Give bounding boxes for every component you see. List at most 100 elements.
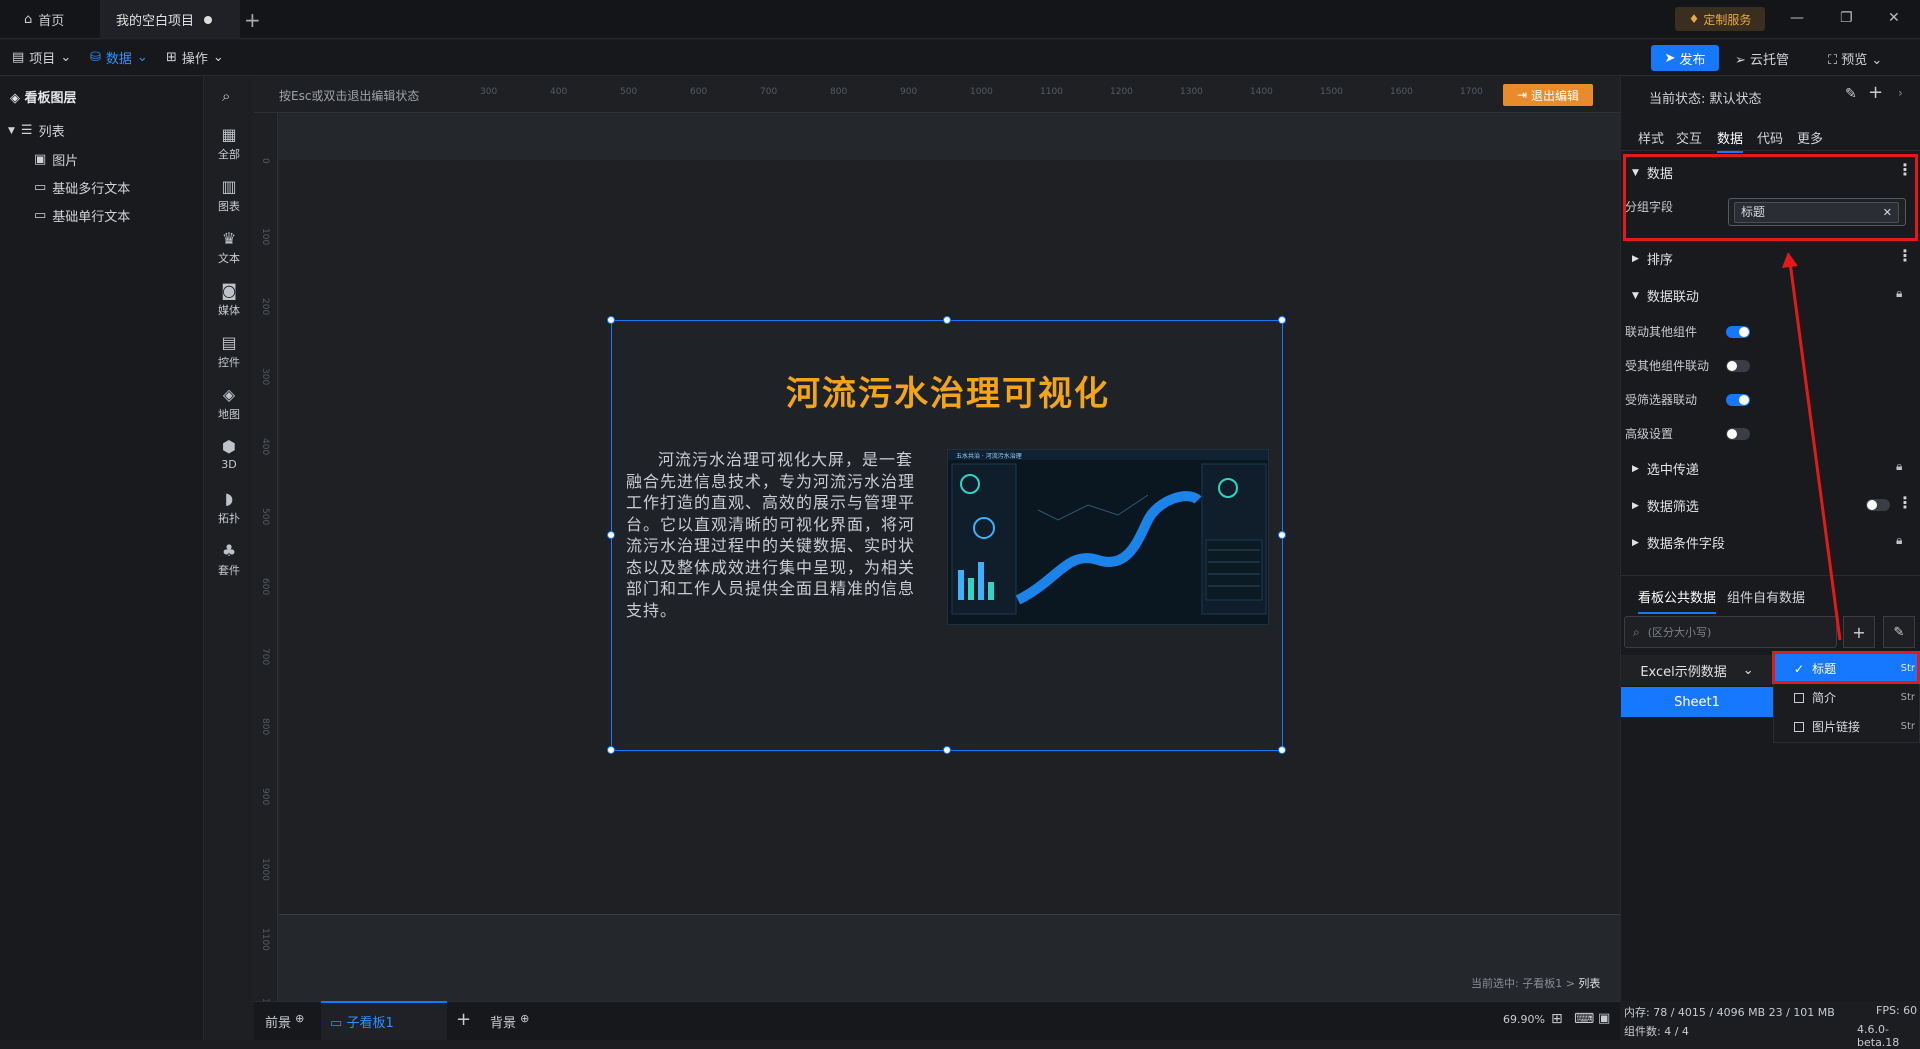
search-icon: ⌕: [1633, 624, 1640, 639]
fit-screen-icon[interactable]: ⊞: [1551, 1011, 1563, 1027]
text-icon: ♛: [221, 229, 237, 248]
tab-foreground[interactable]: 前景 ⊕: [265, 1012, 304, 1031]
ruler-tick-label: 1100: [1040, 87, 1063, 97]
tab-style[interactable]: 样式: [1638, 128, 1664, 147]
add-circle-icon[interactable]: ⊕: [295, 1012, 304, 1025]
tab-project[interactable]: 我的空白项目: [100, 0, 240, 39]
field-option[interactable]: 图片链接 Str: [1774, 712, 1920, 741]
lock-icon[interactable]: 🔒︎: [1896, 533, 1902, 548]
data-filter-toggle[interactable]: [1866, 499, 1890, 511]
section-linkage[interactable]: ▼ 数据联动: [1632, 286, 1699, 305]
category-text[interactable]: ♛ 文本: [204, 229, 254, 266]
terminal-icon[interactable]: ▣: [1598, 1011, 1610, 1026]
category-map[interactable]: ◈ 地图: [204, 385, 254, 422]
edit-data-icon[interactable]: ✎: [1883, 616, 1915, 648]
fullscreen-icon: ⛶: [1828, 53, 1838, 68]
section-condition-fields[interactable]: ▶ 数据条件字段: [1632, 533, 1725, 552]
home-icon: ⌂: [24, 12, 33, 27]
resize-handle[interactable]: [607, 531, 615, 539]
lock-icon[interactable]: 🔒︎: [1896, 459, 1902, 474]
linkage-toggle[interactable]: [1726, 326, 1750, 338]
card-image[interactable]: 五水共治 · 河流污水治理: [947, 449, 1269, 625]
exit-edit-button[interactable]: ⇥ 退出编辑: [1503, 84, 1593, 106]
resize-handle[interactable]: [943, 316, 951, 324]
custom-service-button[interactable]: ♦ 定制服务: [1675, 7, 1765, 31]
category-bar-chart[interactable]: ▥ 图表: [204, 177, 254, 214]
publish-button[interactable]: ➤ 发布: [1651, 45, 1719, 71]
menu-project[interactable]: ▤ 项目 ⌄: [12, 48, 71, 67]
resize-handle[interactable]: [1278, 316, 1286, 324]
category-cube[interactable]: ⬢ 3D: [204, 437, 254, 471]
red-arrow-annotation: [1782, 252, 1842, 641]
tab-more[interactable]: 更多: [1797, 128, 1823, 147]
restore-icon[interactable]: ❐: [1840, 10, 1853, 26]
tab-board-public-data[interactable]: 看板公共数据: [1638, 587, 1717, 614]
layer-group-list[interactable]: ▼ ☰ 列表: [8, 121, 65, 140]
layer-item-label: 图片: [52, 154, 79, 169]
add-board-plus-icon[interactable]: +: [456, 1009, 471, 1030]
close-window-icon[interactable]: ✕: [1888, 10, 1900, 26]
checkbox-icon: [1794, 692, 1804, 703]
chevron-down-icon: ⌄: [212, 50, 224, 65]
sheet-item[interactable]: Sheet1: [1621, 687, 1773, 717]
add-circle-icon[interactable]: ⊕: [520, 1012, 529, 1025]
resize-handle[interactable]: [943, 746, 951, 754]
layer-item-singleline-text[interactable]: ▭ 基础单行文本: [34, 206, 130, 225]
linkage-toggle[interactable]: [1726, 428, 1750, 440]
ruler-tick-label: 0: [260, 158, 270, 164]
resize-handle[interactable]: [1278, 531, 1286, 539]
minimize-icon[interactable]: —: [1790, 10, 1804, 26]
category-topology[interactable]: ◗ 拓扑: [204, 489, 254, 526]
keyboard-icon[interactable]: ⌨: [1574, 1011, 1594, 1027]
layer-item-multiline-text[interactable]: ▭ 基础多行文本: [34, 178, 130, 197]
field-option[interactable]: 简介 Str: [1774, 683, 1920, 712]
component-category-bar: ⌕ ▦ 全部 ▥ 图表 ♛ 文本 ◙ 媒体 ▤ 控件 ◈ 地图 ⬢ 3D ◗ 拓扑 ♣ 套件: [204, 77, 254, 1040]
zoom-level[interactable]: 69.90%: [1503, 1013, 1545, 1026]
layer-item-label: 基础多行文本: [52, 182, 131, 197]
category-media[interactable]: ◙ 媒体: [204, 281, 254, 318]
ruler-tick-label: 100: [260, 228, 270, 246]
linkage-option-label: 高级设置: [1625, 427, 1674, 441]
add-state-plus-icon[interactable]: +: [1868, 82, 1883, 103]
category-grid[interactable]: ▦ 全部: [204, 125, 254, 162]
linkage-toggle[interactable]: [1726, 360, 1750, 372]
linkage-option-label: 受筛选器联动: [1625, 393, 1698, 407]
image-icon: ▣: [34, 152, 47, 167]
tab-interaction[interactable]: 交互: [1676, 128, 1702, 147]
chevron-right-icon[interactable]: ›: [1898, 86, 1903, 100]
resize-handle[interactable]: [1278, 746, 1286, 754]
menu-operate[interactable]: ⊞ 操作 ⌄: [166, 48, 224, 67]
tab-background[interactable]: 背景 ⊕: [490, 1012, 529, 1031]
selection-current[interactable]: 列表: [1578, 977, 1600, 990]
layer-title-label: 看板图层: [24, 91, 77, 106]
edit-state-icon[interactable]: ✎: [1845, 86, 1857, 102]
more-vertical-icon[interactable]: ⋮: [1897, 246, 1913, 265]
section-data-filter[interactable]: ▶ 数据筛选: [1632, 496, 1699, 515]
section-sort[interactable]: ▶ 排序: [1632, 249, 1673, 268]
dataset-select[interactable]: Excel示例数据 ⌄: [1621, 655, 1773, 685]
bar-chart-icon: ▥: [221, 177, 237, 196]
tab-home[interactable]: ⌂ 首页: [0, 0, 90, 39]
exit-edit-label: 退出编辑: [1531, 88, 1580, 103]
new-tab-plus-icon[interactable]: +: [244, 8, 261, 32]
linkage-toggle[interactable]: [1726, 394, 1750, 406]
lock-icon[interactable]: 🔒︎: [1896, 286, 1902, 301]
menu-data[interactable]: ⛁ 数据 ⌄: [90, 48, 148, 67]
tab-code[interactable]: 代码: [1757, 128, 1783, 147]
card-description[interactable]: 河流污水治理可视化大屏，是一套融合先进信息技术，专为河流污水治理工作打造的直观、…: [626, 449, 928, 621]
tab-sub-board[interactable]: ▭ 子看板1: [330, 1012, 394, 1031]
cloud-host-button[interactable]: ➢ 云托管: [1735, 49, 1789, 68]
preview-button[interactable]: ⛶ 预览 ⌄: [1828, 49, 1882, 68]
memory-status: 内存: 78 / 4015 / 4096 MB 23 / 101 MB: [1624, 1006, 1835, 1019]
resize-handle[interactable]: [607, 316, 615, 324]
section-selection-pass[interactable]: ▶ 选中传递: [1632, 459, 1699, 478]
more-vertical-icon[interactable]: ⋮: [1897, 493, 1913, 512]
card-title[interactable]: 河流污水治理可视化: [612, 366, 1284, 415]
layer-item-image[interactable]: ▣ 图片: [34, 150, 78, 169]
search-icon[interactable]: ⌕: [222, 87, 230, 105]
category-widget[interactable]: ▤ 控件: [204, 333, 254, 370]
category-kit[interactable]: ♣ 套件: [204, 541, 254, 578]
selected-list-component[interactable]: 河流污水治理可视化 河流污水治理可视化大屏，是一套融合先进信息技术，专为河流污水…: [607, 316, 1286, 754]
category-label: 文本: [218, 252, 240, 265]
resize-handle[interactable]: [607, 746, 615, 754]
